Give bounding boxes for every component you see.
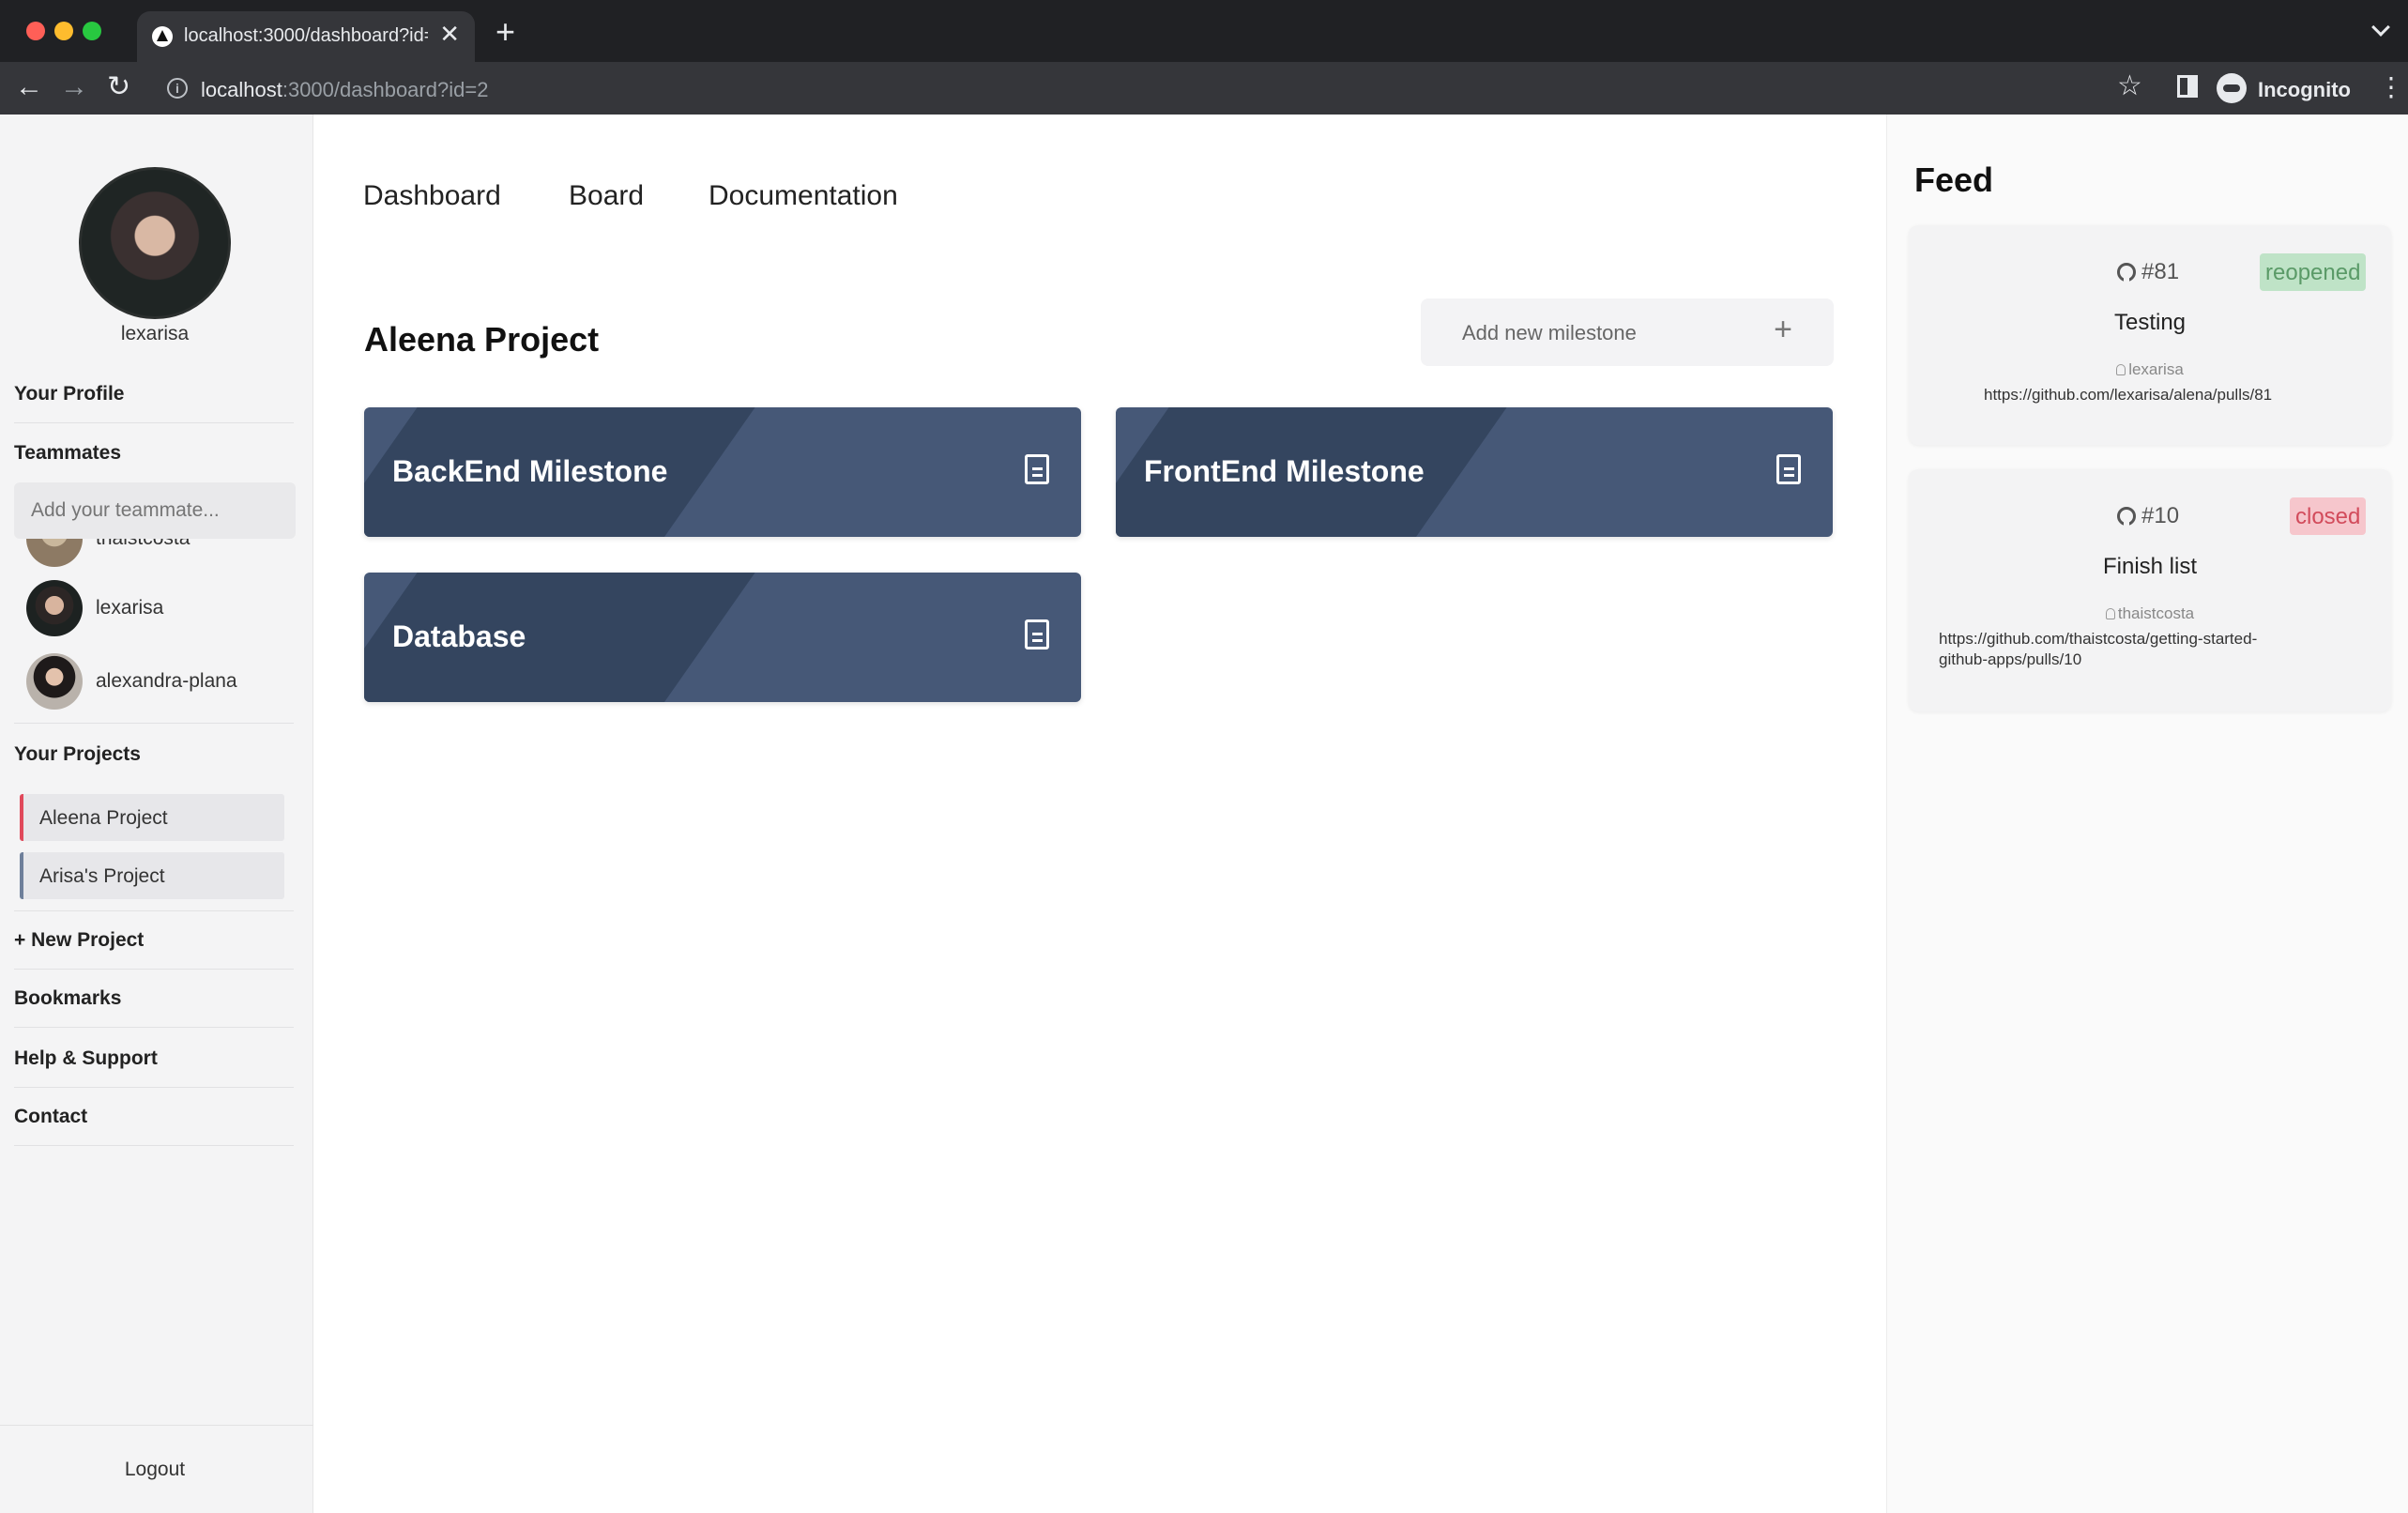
avatar xyxy=(26,539,83,567)
new-project-button[interactable]: + New Project xyxy=(14,929,144,952)
teammate-name: lexarisa xyxy=(96,597,164,619)
browser-tab-bar: localhost:3000/dashboard?id=2 ✕ + xyxy=(0,0,2408,62)
feed-item[interactable]: #81 reopened Testing lexarisa https://gi… xyxy=(1909,225,2391,445)
divider xyxy=(14,969,294,970)
teammate-name: thaistcosta xyxy=(96,539,190,550)
tab-search-chevron-icon[interactable] xyxy=(2371,18,2390,37)
milestone-title: BackEnd Milestone xyxy=(392,454,668,488)
close-window-button[interactable] xyxy=(26,22,45,40)
incognito-icon[interactable] xyxy=(2217,73,2247,103)
back-button[interactable]: ← xyxy=(15,71,43,103)
sidebar: lexarisa Your Profile Teammates thaistco… xyxy=(0,115,313,1513)
issue-user: thaistcosta xyxy=(1909,604,2391,623)
user-icon xyxy=(2105,608,2115,619)
milestone-title: FrontEnd Milestone xyxy=(1144,454,1425,488)
issue-number: #10 xyxy=(2141,503,2180,528)
nav-documentation[interactable]: Documentation xyxy=(709,180,898,212)
issue-link-line: github-apps/pulls/10 xyxy=(1939,650,2082,668)
github-icon xyxy=(2117,263,2136,283)
incognito-label[interactable]: Incognito xyxy=(2258,78,2351,102)
document-icon[interactable] xyxy=(1025,454,1049,484)
issue-link[interactable]: https://github.com/lexarisa/alena/pulls/… xyxy=(1984,385,2272,405)
sidebar-item-your-profile[interactable]: Your Profile xyxy=(14,383,124,405)
divider xyxy=(14,723,294,724)
issue-user-name: lexarisa xyxy=(2128,360,2184,378)
browser-toolbar: ← → ↻ i localhost:3000/dashboard?id=2 ☆ … xyxy=(0,62,2408,115)
user-icon xyxy=(2116,364,2126,375)
url-host: localhost xyxy=(201,78,282,101)
sidebar-item-contact[interactable]: Contact xyxy=(14,1106,87,1128)
issue-title: Testing xyxy=(2113,310,2187,335)
profile-name: lexarisa xyxy=(120,323,190,344)
forward-button[interactable]: → xyxy=(60,71,88,103)
nav-dashboard[interactable]: Dashboard xyxy=(363,180,501,212)
favicon-icon xyxy=(152,26,173,47)
maximize-window-button[interactable] xyxy=(83,22,101,40)
plus-icon: + xyxy=(1774,312,1792,347)
minimize-window-button[interactable] xyxy=(54,22,73,40)
issue-number: #81 xyxy=(2141,259,2180,284)
projects-heading: Your Projects xyxy=(14,743,141,765)
divider xyxy=(14,1087,294,1088)
logout-button[interactable]: Logout xyxy=(0,1459,310,1481)
url-path: :3000/dashboard?id=2 xyxy=(282,78,489,101)
divider xyxy=(0,1425,313,1426)
reload-button[interactable]: ↻ xyxy=(107,71,130,103)
bookmark-star-icon[interactable]: ☆ xyxy=(2117,69,2142,102)
avatar xyxy=(26,653,83,710)
teammate-name: alexandra-plana xyxy=(96,670,237,692)
status-badge: reopened xyxy=(2260,253,2367,291)
milestone-title: Database xyxy=(392,619,526,653)
page-title: Aleena Project xyxy=(364,320,600,359)
divider xyxy=(14,1027,294,1028)
add-milestone-button[interactable]: Add new milestone + xyxy=(1421,298,1834,366)
document-icon[interactable] xyxy=(1025,619,1049,650)
divider xyxy=(14,1145,294,1146)
nav-board[interactable]: Board xyxy=(569,180,644,212)
document-icon[interactable] xyxy=(1776,454,1801,484)
add-milestone-label: Add new milestone xyxy=(1462,321,1637,344)
browser-menu-icon[interactable]: ⋮ xyxy=(2378,71,2404,103)
status-badge: closed xyxy=(2290,497,2367,535)
project-item-arisa[interactable]: Arisa's Project xyxy=(20,852,284,899)
divider xyxy=(14,422,294,423)
browser-tab[interactable]: localhost:3000/dashboard?id=2 ✕ xyxy=(137,11,475,62)
url-text[interactable]: localhost:3000/dashboard?id=2 xyxy=(201,78,488,102)
github-icon xyxy=(2117,507,2136,527)
tab-close-icon[interactable]: ✕ xyxy=(439,22,460,46)
sidebar-item-help[interactable]: Help & Support xyxy=(14,1047,158,1070)
feed-title: Feed xyxy=(1914,160,1994,199)
teammate-input[interactable] xyxy=(14,482,296,539)
milestone-card-database[interactable]: Database xyxy=(364,573,1081,702)
milestone-card-backend[interactable]: BackEnd Milestone xyxy=(364,407,1081,537)
site-info-icon[interactable]: i xyxy=(167,78,188,99)
issue-link[interactable]: https://github.com/thaistcosta/getting-s… xyxy=(1939,629,2257,670)
tab-title: localhost:3000/dashboard?id=2 xyxy=(184,25,428,46)
issue-user-name: thaistcosta xyxy=(2117,604,2195,622)
teammates-heading: Teammates xyxy=(14,442,122,464)
new-tab-button[interactable]: + xyxy=(495,15,515,49)
project-item-aleena[interactable]: Aleena Project xyxy=(20,794,284,841)
issue-user: lexarisa xyxy=(1909,360,2391,379)
address-bar[interactable]: i localhost:3000/dashboard?id=2 xyxy=(152,69,2123,108)
profile-avatar[interactable] xyxy=(79,167,231,319)
divider xyxy=(14,910,294,911)
avatar xyxy=(26,580,83,636)
feed-item[interactable]: #10 closed Finish list thaistcosta https… xyxy=(1909,469,2391,711)
issue-title: Finish list xyxy=(2102,554,2198,579)
milestone-card-frontend[interactable]: FrontEnd Milestone xyxy=(1116,407,1833,537)
sidebar-item-bookmarks[interactable]: Bookmarks xyxy=(14,987,121,1010)
issue-link-line: https://github.com/thaistcosta/getting-s… xyxy=(1939,630,2258,648)
side-panel-icon[interactable] xyxy=(2177,75,2198,98)
